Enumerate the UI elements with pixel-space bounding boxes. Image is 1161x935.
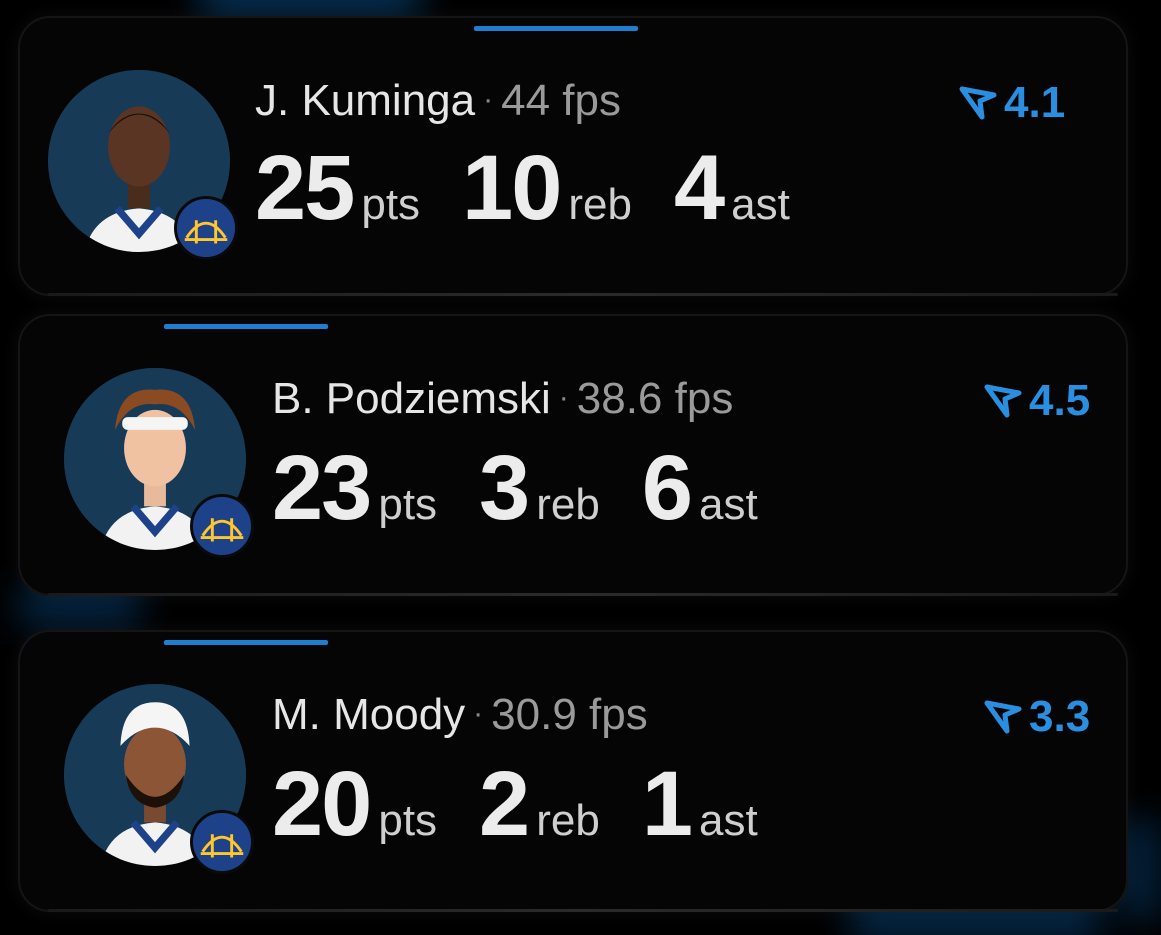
rating-triangle-icon (984, 384, 1022, 418)
fantasy-points: 44 fps (501, 76, 621, 125)
card-indicator-bar (474, 26, 638, 31)
points-value: 25 (255, 137, 355, 239)
player-name: B. Podziemski (272, 374, 551, 423)
rebounds-unit: reb (536, 796, 600, 845)
rating-value: 4.1 (1004, 78, 1066, 127)
rating-triangle-icon (959, 86, 997, 120)
rating: 4.1 (958, 78, 1065, 128)
card-indicator-bar (164, 640, 328, 645)
points-unit: pts (361, 180, 421, 229)
rebounds-value: 10 (462, 137, 562, 239)
team-logo-icon (190, 494, 254, 558)
player-card[interactable]: B. Podziemski · 38.6 fps 23 pts 3 reb 6 ast 4… (18, 314, 1128, 596)
separator: · (473, 697, 484, 730)
stat-line: 25 pts 10 reb 4 ast (255, 136, 832, 241)
stat-line: 23 pts 3 reb 6 ast (272, 436, 800, 541)
points-unit: pts (378, 480, 438, 529)
assists-unit: ast (731, 180, 790, 229)
rating: 3.3 (983, 692, 1090, 742)
player-name: M. Moody (272, 690, 466, 739)
rebounds-value: 3 (479, 437, 530, 539)
assists-unit: ast (698, 480, 758, 529)
points-value: 23 (272, 437, 372, 539)
assists-unit: ast (698, 796, 758, 845)
separator: · (558, 381, 569, 414)
rating-value: 4.5 (1029, 376, 1091, 425)
player-name-line: B. Podziemski · 38.6 fps (272, 374, 733, 424)
team-logo-icon (190, 810, 254, 874)
fantasy-points: 30.9 fps (491, 690, 648, 739)
separator: · (483, 83, 494, 116)
assists-value: 4 (673, 137, 725, 239)
rating-triangle-icon (984, 700, 1022, 734)
player-card[interactable]: M. Moody · 30.9 fps 20 pts 2 reb 1 ast 3.3 (18, 630, 1128, 912)
rebounds-unit: reb (536, 480, 600, 529)
team-logo-icon (174, 196, 238, 260)
points-unit: pts (378, 796, 438, 845)
assists-value: 6 (641, 437, 693, 539)
player-card[interactable]: J. Kuminga · 44 fps 25 pts 10 reb 4 ast 4.1 (18, 16, 1128, 296)
card-indicator-bar (164, 324, 328, 329)
fantasy-points: 38.6 fps (576, 374, 734, 423)
points-value: 20 (272, 753, 372, 855)
rating: 4.5 (983, 376, 1090, 426)
player-name-line: J. Kuminga · 44 fps (255, 76, 621, 126)
stat-line: 20 pts 2 reb 1 ast (272, 752, 800, 857)
player-name-line: M. Moody · 30.9 fps (272, 690, 648, 740)
assists-value: 1 (641, 753, 693, 855)
rebounds-unit: reb (568, 180, 632, 229)
player-name: J. Kuminga (255, 76, 476, 125)
rebounds-value: 2 (479, 753, 530, 855)
rating-value: 3.3 (1029, 692, 1091, 741)
